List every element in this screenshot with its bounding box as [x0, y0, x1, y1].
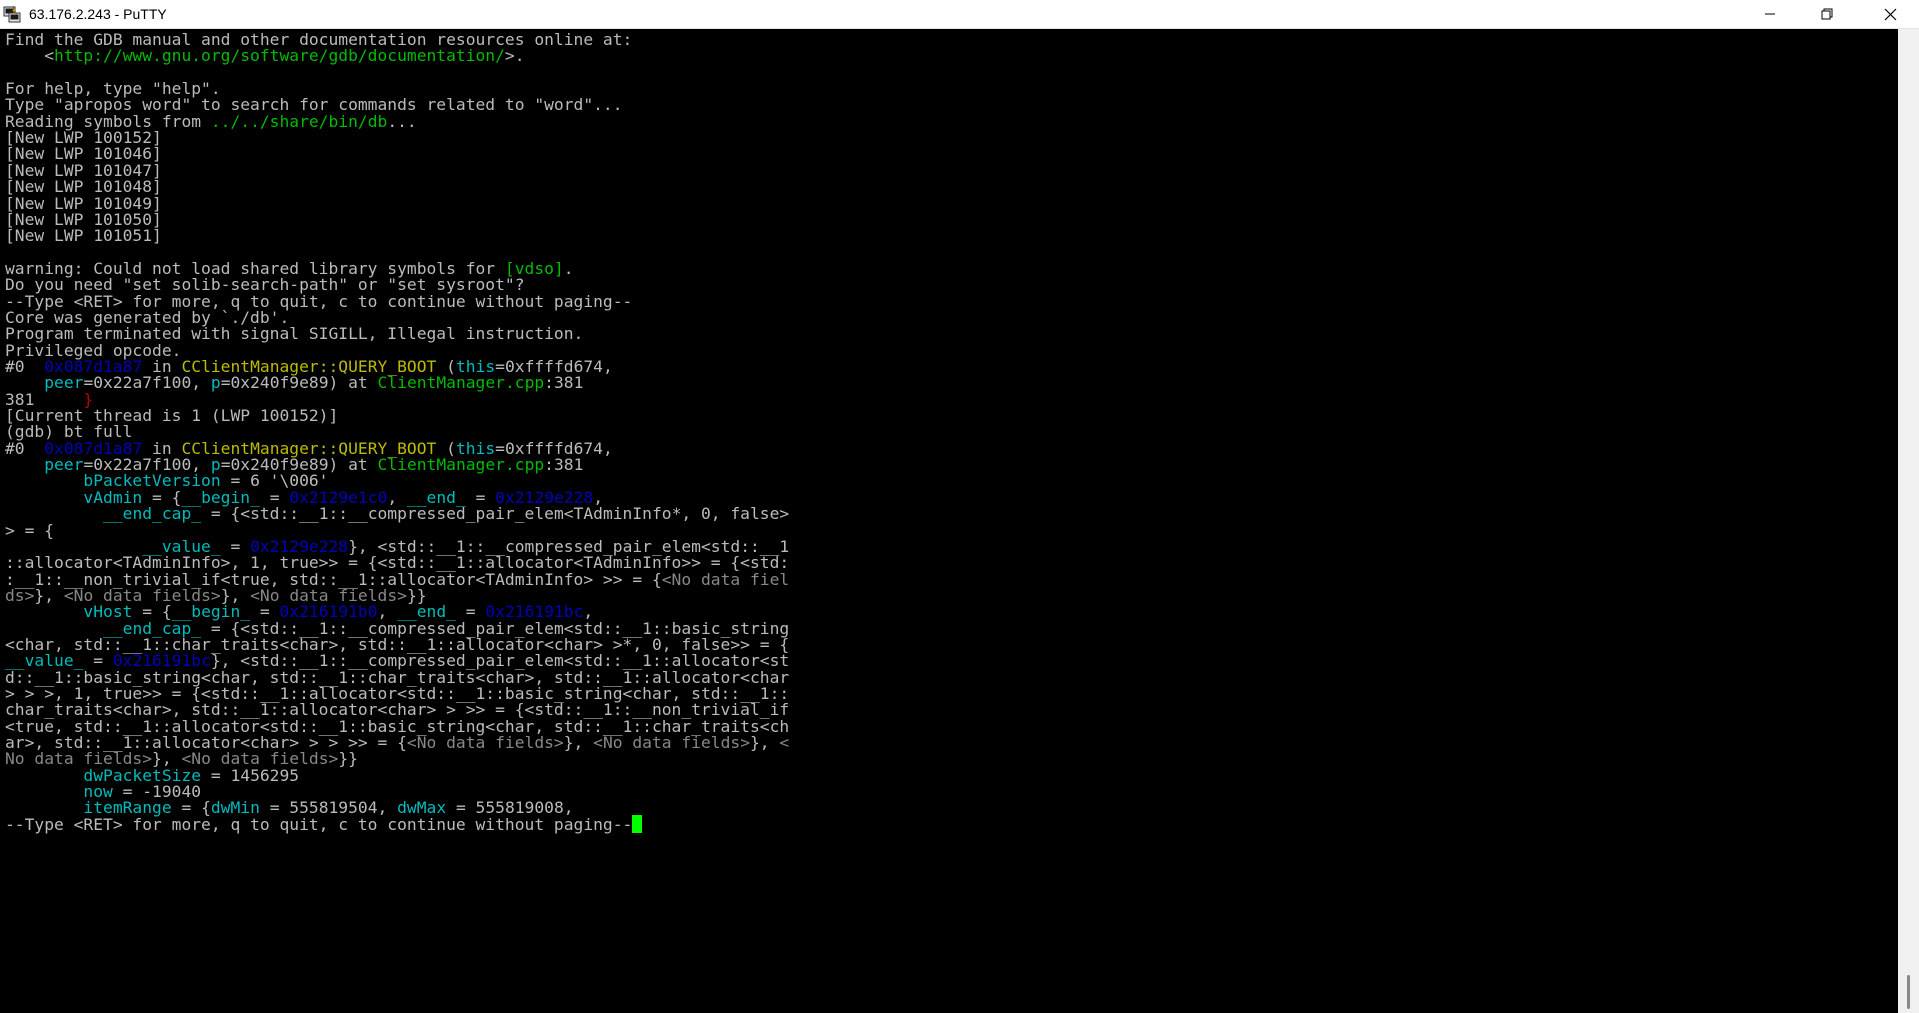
terminal-link-text: ../../share/bin/db: [210, 111, 388, 131]
terminal-text: =0x240f9e89) at: [220, 373, 378, 393]
terminal-no-data-text: <No data fiel: [661, 569, 790, 589]
terminal-variable-name: p: [210, 373, 221, 393]
terminal-text: [New LWP 101051]: [5, 226, 162, 246]
terminal-output[interactable]: Find the GDB manual and other documentat…: [0, 29, 1898, 1013]
restore-icon: [1821, 8, 1833, 20]
putty-icon[interactable]: [3, 5, 21, 23]
terminal-text: },: [750, 733, 780, 753]
terminal-text: :381: [544, 455, 584, 475]
terminal-text: = 1456295: [201, 765, 300, 785]
maximize-button[interactable]: [1804, 0, 1850, 28]
close-icon: [1884, 8, 1896, 20]
terminal-text: --Type <RET> for more, q to quit, c to c…: [5, 814, 633, 834]
terminal-line: __end_cap_ = {<std::__1::__compressed_pa…: [5, 504, 789, 524]
terminal-cursor: [632, 814, 643, 833]
terminal-text: <: [5, 46, 55, 66]
terminal-text: },: [563, 733, 594, 753]
scrollbar-thumb[interactable]: [1907, 975, 1910, 1009]
terminal-text: =0x22a7f100,: [83, 373, 211, 393]
terminal-no-data-text: <No data fields>: [406, 733, 564, 753]
terminal-text: ...: [387, 111, 417, 131]
window-title: 63.176.2.243 - PuTTY: [29, 6, 167, 22]
vertical-scrollbar[interactable]: [1898, 29, 1919, 1013]
terminal-line: <http://www.gnu.org/software/gdb/documen…: [5, 46, 525, 66]
terminal-text: :381: [544, 373, 584, 393]
close-button[interactable]: [1861, 0, 1919, 28]
terminal-no-data-text: <No data fields>: [593, 733, 750, 753]
terminal-variable-name: __end_cap_: [103, 504, 202, 524]
terminal-text: = {<std::__1::__compressed_pair_elem<TAd…: [201, 504, 790, 524]
minimize-button[interactable]: [1747, 0, 1793, 28]
terminal-text: .: [563, 258, 574, 278]
terminal-no-data-text: <: [779, 733, 790, 753]
terminal-line: [New LWP 101051]: [5, 226, 162, 246]
terminal-link-text: ClientManager.cpp: [377, 373, 545, 393]
terminal-link-text: http://www.gnu.org/software/gdb/document…: [54, 46, 505, 66]
title-bar[interactable]: 63.176.2.243 - PuTTY: [0, 0, 1919, 29]
minimize-icon: [1765, 13, 1775, 15]
terminal-text: >.: [504, 46, 525, 66]
terminal-text: }}: [338, 749, 358, 769]
terminal-link-text: ClientManager.cpp: [377, 455, 545, 475]
terminal-line: --Type <RET> for more, q to quit, c to c…: [5, 814, 643, 835]
